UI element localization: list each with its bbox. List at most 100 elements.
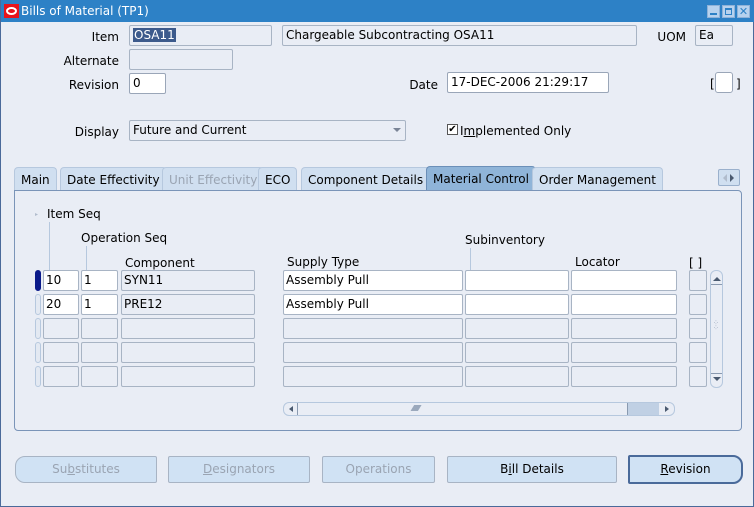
- subinventory-cell[interactable]: [465, 270, 569, 291]
- scroll-left-icon[interactable]: [289, 406, 293, 412]
- scroll-up-divider: [711, 284, 722, 285]
- vertical-scrollbar[interactable]: ⁘ ⁘: [710, 270, 723, 388]
- row-indicator[interactable]: [35, 270, 41, 291]
- scroll-up-icon[interactable]: [713, 277, 721, 281]
- chevron-down-icon: [393, 128, 401, 132]
- subinventory-cell[interactable]: [465, 366, 569, 387]
- display-label: Display: [74, 125, 119, 139]
- bills-of-material-window: Bills of Material (TP1) ✕ Item OSA11 Cha…: [0, 0, 754, 507]
- supply-type-cell[interactable]: Assembly Pull: [283, 270, 463, 291]
- col-subinventory: Subinventory: [465, 233, 545, 247]
- date-field[interactable]: 17-DEC-2006 21:29:17: [447, 72, 609, 93]
- designators-button: Designators: [168, 456, 310, 483]
- scroll-grip-icon: ⁄⁄⁄⁄⁄⁄⁄⁄⁄⁄⁄⁄⁄⁄⁄⁄⁄⁄⁄⁄⁄: [412, 404, 420, 413]
- alternate-label: Alternate: [63, 54, 119, 68]
- substitutes-button: Substitutes: [15, 456, 157, 483]
- supply-type-cell[interactable]: [283, 318, 463, 339]
- row-indicator[interactable]: [35, 294, 41, 315]
- component-cell[interactable]: [121, 366, 255, 387]
- operation-seq-cell[interactable]: [81, 318, 118, 339]
- bill-details-button[interactable]: Bill Details: [447, 456, 617, 483]
- locator-cell[interactable]: [571, 318, 677, 339]
- component-cell[interactable]: PRE12: [121, 294, 255, 315]
- tab-component-details[interactable]: Component Details: [301, 167, 431, 191]
- item-field[interactable]: OSA11: [129, 25, 272, 46]
- supply-type-cell[interactable]: Assembly Pull: [283, 294, 463, 315]
- flex-bracket-close: ]: [736, 77, 741, 91]
- revision-button[interactable]: Revision: [628, 455, 743, 484]
- tab-eco[interactable]: ECO: [258, 167, 298, 191]
- col-item-seq: Item Seq: [47, 207, 101, 221]
- item-seq-leader: [49, 222, 50, 270]
- display-select[interactable]: Future and Current: [129, 120, 406, 141]
- title-bar[interactable]: Bills of Material (TP1) ✕: [1, 0, 754, 22]
- item-seq-cell[interactable]: 20: [43, 294, 79, 315]
- tab-order-management[interactable]: Order Management: [532, 167, 663, 191]
- horizontal-scrollbar[interactable]: ⁄⁄⁄⁄⁄⁄⁄⁄⁄⁄⁄⁄⁄⁄⁄⁄⁄⁄⁄⁄⁄: [283, 402, 675, 416]
- item-value: OSA11: [133, 28, 176, 42]
- close-button[interactable]: ✕: [737, 5, 750, 18]
- component-cell[interactable]: SYN11: [121, 270, 255, 291]
- subinventory-cell[interactable]: [465, 342, 569, 363]
- scroll-left-divider: [297, 403, 298, 415]
- row-flexfield-cell[interactable]: [689, 294, 707, 315]
- tab-main[interactable]: Main: [14, 167, 57, 191]
- tab-unit-effectivity: Unit Effectivity: [162, 167, 265, 191]
- locator-cell[interactable]: [571, 294, 677, 315]
- uom-field[interactable]: Ea: [695, 25, 733, 46]
- subinventory-leader: [470, 248, 471, 270]
- col-component: Component: [125, 256, 195, 270]
- item-seq-cell[interactable]: [43, 342, 79, 363]
- col-operation-seq: Operation Seq: [81, 231, 168, 245]
- operation-seq-cell[interactable]: 1: [81, 294, 118, 315]
- col-flex: [ ]: [689, 256, 703, 270]
- subinventory-cell[interactable]: [465, 294, 569, 315]
- oracle-logo-icon: [4, 4, 19, 18]
- component-cell[interactable]: [121, 342, 255, 363]
- display-value: Future and Current: [133, 123, 247, 137]
- supply-type-cell[interactable]: [283, 342, 463, 363]
- tab-scroll-button[interactable]: [718, 169, 740, 186]
- row-flexfield-cell[interactable]: [689, 270, 707, 291]
- supply-type-cell[interactable]: [283, 366, 463, 387]
- locator-cell[interactable]: [571, 342, 677, 363]
- locator-cell[interactable]: [571, 366, 677, 387]
- scroll-right-icon[interactable]: [665, 406, 669, 412]
- date-label: Date: [409, 78, 438, 92]
- scroll-down-icon[interactable]: [713, 377, 721, 381]
- subinventory-cell[interactable]: [465, 318, 569, 339]
- scroll-grip-icon: ⁘ ⁘: [713, 319, 719, 332]
- row-indicator[interactable]: [35, 318, 41, 339]
- row-indicator[interactable]: [35, 366, 41, 387]
- maximize-button[interactable]: [722, 5, 735, 18]
- row-flexfield-cell[interactable]: [689, 342, 707, 363]
- row-flexfield-cell[interactable]: [689, 366, 707, 387]
- operation-seq-cell[interactable]: [81, 342, 118, 363]
- col-locator: Locator: [575, 255, 620, 269]
- operation-seq-cell[interactable]: [81, 366, 118, 387]
- item-description-field[interactable]: Chargeable Subcontracting OSA11: [282, 25, 637, 46]
- row-flexfield-cell[interactable]: [689, 318, 707, 339]
- col-supply-type: Supply Type: [287, 255, 360, 269]
- component-cell[interactable]: [121, 318, 255, 339]
- implemented-only-checkbox[interactable]: ✔: [447, 124, 458, 135]
- descriptive-flexfield[interactable]: [715, 72, 733, 93]
- row-indicator[interactable]: [35, 342, 41, 363]
- window-title: Bills of Material (TP1): [21, 4, 149, 18]
- scroll-thumb[interactable]: [627, 403, 659, 415]
- tab-material-control[interactable]: Material Control: [426, 166, 536, 191]
- tab-date-effectivity[interactable]: Date Effectivity: [60, 167, 167, 191]
- locator-cell[interactable]: [571, 270, 677, 291]
- revision-field[interactable]: 0: [129, 73, 166, 94]
- flex-bracket-open: [: [710, 77, 715, 91]
- item-seq-cell[interactable]: [43, 366, 79, 387]
- alternate-field[interactable]: [129, 49, 233, 70]
- item-seq-cell[interactable]: [43, 318, 79, 339]
- revision-label: Revision: [68, 78, 119, 92]
- uom-label: UOM: [657, 30, 686, 44]
- collapse-arrow-icon: ▸: [35, 211, 39, 218]
- item-seq-cell[interactable]: 10: [43, 270, 79, 291]
- minimize-button[interactable]: [707, 5, 720, 18]
- operation-seq-cell[interactable]: 1: [81, 270, 118, 291]
- operations-button: Operations: [322, 456, 435, 483]
